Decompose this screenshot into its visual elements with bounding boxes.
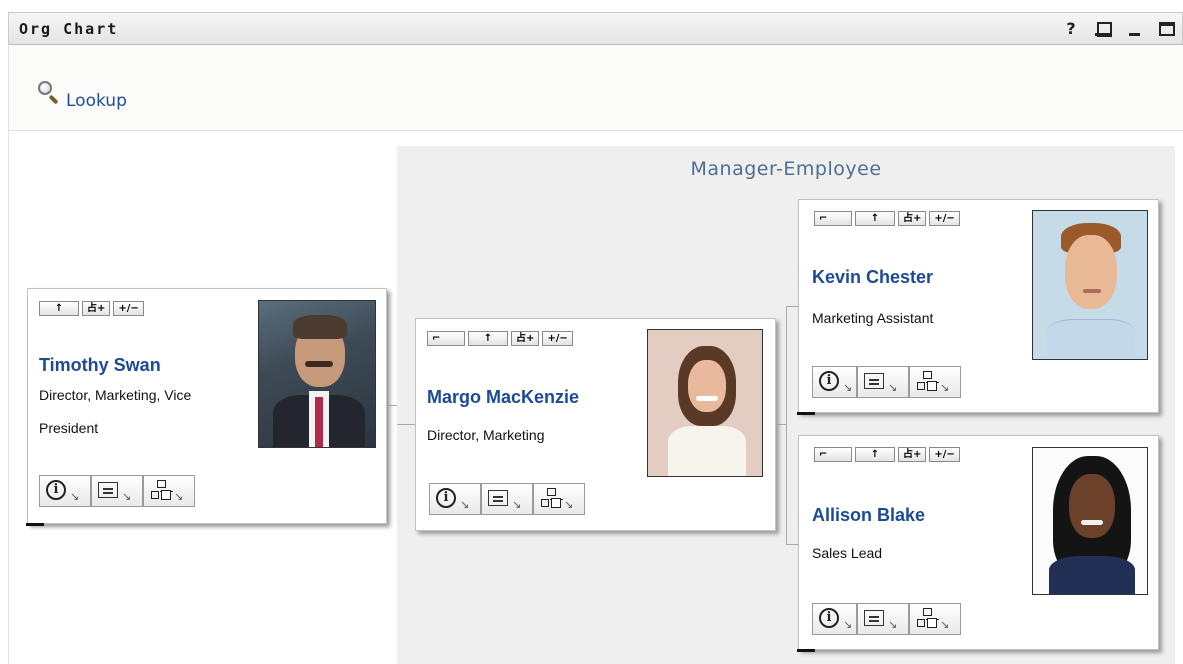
vcard-button[interactable]: ↘ bbox=[857, 366, 909, 398]
move-up-button[interactable]: ↑ bbox=[468, 331, 508, 346]
person-actions: i ↘ ↘ ↘ bbox=[812, 366, 961, 398]
card-toolbar: ↑ 占+ +/− bbox=[39, 301, 144, 316]
lookup-label[interactable]: Lookup bbox=[66, 91, 127, 111]
connector-line bbox=[786, 306, 798, 307]
info-button[interactable]: i ↘ bbox=[812, 603, 857, 635]
window-controls: ? bbox=[1062, 19, 1176, 39]
vcard-icon bbox=[864, 610, 884, 626]
show-manager-button[interactable]: ⌐ bbox=[427, 331, 465, 346]
org-chart-icon bbox=[150, 480, 173, 500]
magnifier-icon bbox=[36, 79, 66, 109]
connector-line bbox=[786, 544, 798, 545]
person-actions: i ↘ ↘ ↘ bbox=[429, 483, 585, 515]
vcard-icon bbox=[488, 490, 508, 506]
connector-line bbox=[776, 424, 786, 425]
expand-collapse-button[interactable]: +/− bbox=[929, 211, 960, 226]
person-title: Director, Marketing, Vice bbox=[39, 387, 192, 403]
person-name[interactable]: Timothy Swan bbox=[39, 355, 161, 376]
move-up-button[interactable]: ↑ bbox=[39, 301, 79, 316]
minimize-icon[interactable] bbox=[1126, 19, 1144, 39]
expand-collapse-button[interactable]: +/− bbox=[113, 301, 144, 316]
card-toolbar: ⌐ ↑ 占+ +/− bbox=[427, 331, 573, 346]
person-card-timothy: ↑ 占+ +/− Timothy Swan Director, Marketin… bbox=[26, 288, 387, 526]
lookup-toolbar: Lookup bbox=[8, 45, 1183, 131]
info-icon: i bbox=[819, 371, 839, 391]
info-icon: i bbox=[436, 488, 456, 508]
window-title: Org Chart bbox=[19, 20, 119, 38]
person-actions: i ↘ ↘ ↘ bbox=[812, 603, 961, 635]
org-chart-icon bbox=[916, 371, 939, 391]
info-button[interactable]: i ↘ bbox=[812, 366, 857, 398]
person-title: Director, Marketing bbox=[427, 427, 545, 443]
person-title: Marketing Assistant bbox=[812, 310, 934, 326]
info-icon: i bbox=[819, 608, 839, 628]
card-toolbar: ⌐ ↑ 占+ +/− bbox=[814, 211, 960, 226]
move-up-button[interactable]: ↑ bbox=[855, 211, 895, 226]
show-manager-button[interactable]: ⌐ bbox=[814, 447, 852, 462]
show-reports-button[interactable]: 占+ bbox=[898, 447, 927, 462]
expand-collapse-button[interactable]: +/− bbox=[542, 331, 573, 346]
portlet-titlebar: Org Chart ? bbox=[8, 12, 1183, 45]
group-title: Manager-Employee bbox=[690, 158, 882, 180]
person-photo bbox=[1032, 447, 1148, 595]
vcard-button[interactable]: ↘ bbox=[91, 475, 143, 507]
card-corner-mark bbox=[797, 649, 815, 652]
org-chart-button[interactable]: ↘ bbox=[533, 483, 585, 515]
expand-collapse-button[interactable]: +/− bbox=[929, 447, 960, 462]
person-title: Sales Lead bbox=[812, 545, 883, 561]
person-name[interactable]: Allison Blake bbox=[812, 505, 925, 526]
vcard-icon bbox=[98, 482, 118, 498]
connector-line bbox=[387, 405, 397, 406]
show-reports-button[interactable]: 占+ bbox=[898, 211, 927, 226]
vcard-button[interactable]: ↘ bbox=[481, 483, 533, 515]
card-corner-mark bbox=[26, 523, 44, 526]
person-photo bbox=[647, 329, 763, 477]
vcard-icon bbox=[864, 373, 884, 389]
lookup-link[interactable]: Lookup bbox=[36, 79, 127, 111]
person-title: President bbox=[39, 420, 99, 436]
card-corner-mark bbox=[797, 412, 815, 415]
person-photo bbox=[258, 300, 376, 448]
print-icon[interactable] bbox=[1094, 19, 1112, 39]
org-chart-icon bbox=[916, 608, 939, 628]
info-button[interactable]: i ↘ bbox=[429, 483, 481, 515]
maximize-icon[interactable] bbox=[1158, 19, 1176, 39]
info-icon: i bbox=[46, 480, 66, 500]
show-reports-button[interactable]: 占+ bbox=[82, 301, 111, 316]
person-card-margo: ⌐ ↑ 占+ +/− Margo MacKenzie Director, Mar… bbox=[415, 318, 776, 531]
help-icon[interactable]: ? bbox=[1062, 19, 1080, 39]
org-chart-button[interactable]: ↘ bbox=[143, 475, 195, 507]
person-actions: i ↘ ↘ ↘ bbox=[39, 475, 195, 507]
info-button[interactable]: i ↘ bbox=[39, 475, 91, 507]
vcard-button[interactable]: ↘ bbox=[857, 603, 909, 635]
move-up-button[interactable]: ↑ bbox=[855, 447, 895, 462]
show-manager-button[interactable]: ⌐ bbox=[814, 211, 852, 226]
card-toolbar: ⌐ ↑ 占+ +/− bbox=[814, 447, 960, 462]
person-name[interactable]: Margo MacKenzie bbox=[427, 387, 579, 408]
person-name[interactable]: Kevin Chester bbox=[812, 267, 933, 288]
connector-line bbox=[786, 306, 787, 544]
org-chart-icon bbox=[540, 488, 563, 508]
person-card-allison: ⌐ ↑ 占+ +/− Allison Blake Sales Lead i ↘ ↘… bbox=[797, 435, 1159, 652]
connector-line bbox=[397, 424, 415, 425]
org-chart-button[interactable]: ↘ bbox=[909, 603, 961, 635]
person-card-kevin: ⌐ ↑ 占+ +/− Kevin Chester Marketing Assis… bbox=[797, 199, 1159, 415]
org-chart-button[interactable]: ↘ bbox=[909, 366, 961, 398]
show-reports-button[interactable]: 占+ bbox=[511, 331, 540, 346]
person-photo bbox=[1032, 210, 1148, 360]
